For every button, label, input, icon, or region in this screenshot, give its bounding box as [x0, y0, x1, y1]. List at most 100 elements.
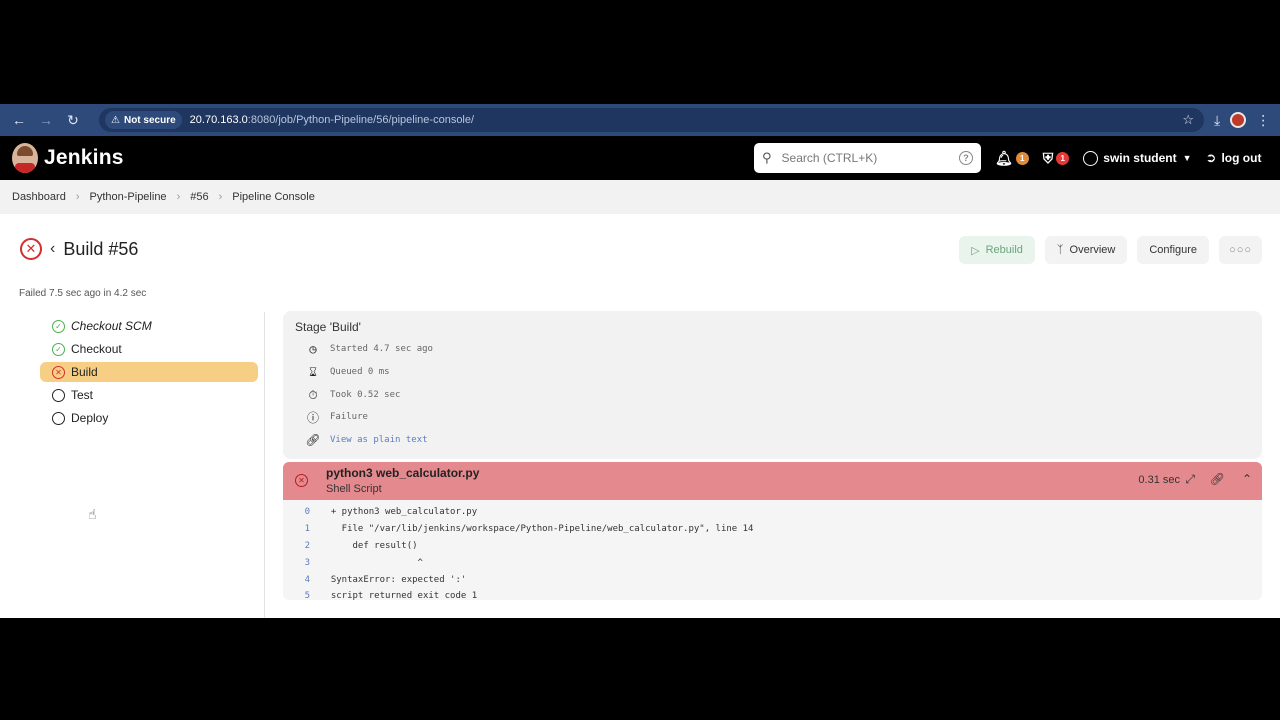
started-text: Started 4.7 sec ago — [330, 344, 433, 354]
overview-button[interactable]: ᛉ Overview — [1044, 236, 1128, 264]
stage-item-test[interactable]: Test — [40, 385, 258, 405]
download-icon[interactable]: ⤓ — [1214, 112, 1220, 129]
stage-item-checkout[interactable]: ✓ Checkout — [40, 339, 258, 359]
stage-item-checkout-scm[interactable]: ✓ Checkout SCM — [40, 316, 258, 336]
secure-label: Not secure — [123, 114, 176, 126]
queued-row: ⌛︎ Queued 0 ms — [305, 364, 390, 380]
breadcrumb-job[interactable]: Python-Pipeline — [90, 191, 167, 203]
app-title[interactable]: Jenkins — [44, 146, 124, 170]
stage-item-deploy[interactable]: Deploy — [40, 408, 258, 428]
line-number[interactable]: 3 — [283, 558, 320, 568]
security-badge: 1 — [1056, 151, 1070, 165]
failed-icon: ✕ — [52, 365, 65, 379]
logout-button[interactable]: ➲ log out — [1206, 150, 1262, 166]
more-icon: ○○○ — [1229, 244, 1252, 256]
notifications-button[interactable]: 🔔︎ 1 — [995, 150, 1029, 167]
log-line: 5 script returned exit code 1 — [283, 588, 1262, 600]
user-name: swin student — [1103, 151, 1177, 165]
letterbox-bottom — [0, 618, 1280, 720]
address-bar[interactable]: ⚠ Not secure 20.70.163.0:8080/job/Python… — [99, 108, 1204, 132]
log-line: 2 def result() — [283, 538, 1262, 555]
stage-label: Build — [71, 365, 98, 379]
help-icon[interactable]: ? — [959, 151, 973, 165]
jenkins-logo-icon[interactable] — [12, 143, 38, 173]
line-number[interactable]: 4 — [283, 575, 320, 585]
chevron-right-icon: › — [176, 191, 181, 203]
step-subtitle: Shell Script — [326, 483, 382, 495]
line-number[interactable]: 1 — [283, 524, 320, 534]
jenkins-header: Jenkins ⚲ Search (CTRL+K) ? 🔔︎ 1 ⛨ 1 swi… — [0, 136, 1280, 180]
search-input[interactable]: ⚲ Search (CTRL+K) ? — [754, 143, 981, 173]
build-actions: ▷ Rebuild ᛉ Overview Configure ○○○ — [959, 236, 1262, 264]
shield-icon: ⛨ — [1042, 149, 1054, 166]
page-title: Build #56 — [63, 238, 139, 259]
security-chip[interactable]: ⚠ Not secure — [105, 111, 182, 129]
chevron-right-icon: › — [218, 191, 223, 203]
step-header[interactable]: ✕ python3 web_calculator.py Shell Script… — [283, 462, 1262, 500]
breadcrumb-build[interactable]: #56 — [190, 191, 208, 203]
more-options-button[interactable]: ○○○ — [1219, 236, 1262, 264]
info-icon: ⓘ — [306, 410, 319, 425]
breadcrumb-dashboard[interactable]: Dashboard — [12, 191, 66, 203]
chevron-right-icon: › — [75, 191, 80, 203]
failed-status-icon: ✕ — [20, 238, 42, 260]
log-text: script returned exit code 1 — [320, 591, 478, 600]
line-number[interactable]: 0 — [283, 507, 320, 517]
play-icon: ▷ — [971, 244, 980, 257]
configure-button[interactable]: Configure — [1137, 236, 1210, 264]
url-path: :8080/job/Python-Pipeline/56/pipeline-co… — [247, 114, 475, 126]
bookmark-star-icon[interactable]: ☆ — [1182, 112, 1194, 128]
log-text: ^ — [320, 557, 423, 568]
took-text: Took 0.52 sec — [330, 390, 401, 400]
reload-icon[interactable]: ↻ — [62, 109, 84, 131]
browser-menu-icon[interactable]: ⋮ — [1256, 112, 1270, 129]
log-text: File "/var/lib/jenkins/workspace/Python-… — [320, 524, 754, 535]
security-button[interactable]: ⛨ 1 — [1043, 150, 1070, 167]
back-arrow-icon[interactable]: ← — [8, 109, 30, 131]
build-title-row: ✕ ‹ Build #56 — [20, 238, 138, 260]
letterbox-top — [0, 0, 1280, 104]
forward-arrow-icon[interactable]: → — [35, 109, 57, 131]
divider — [264, 312, 265, 618]
stage-item-build[interactable]: ✕ Build — [40, 362, 258, 382]
queued-text: Queued 0 ms — [330, 367, 390, 377]
logout-icon: ➲ — [1205, 150, 1217, 165]
breadcrumb: Dashboard › Python-Pipeline › #56 › Pipe… — [0, 180, 1280, 214]
log-text: def result() — [320, 540, 418, 551]
expand-icon[interactable]: ⤢ — [1185, 472, 1195, 487]
started-row: ◷ Started 4.7 sec ago — [305, 341, 433, 357]
stage-label: Checkout SCM — [71, 319, 152, 333]
clock-icon: ◷ — [309, 342, 317, 356]
link-icon[interactable]: 🔗︎ — [1210, 472, 1225, 486]
breadcrumb-current[interactable]: Pipeline Console — [232, 191, 315, 203]
configure-label: Configure — [1149, 244, 1198, 256]
chevron-up-icon[interactable]: ⌃ — [1242, 472, 1252, 486]
overview-label: Overview — [1069, 244, 1116, 256]
logout-label: log out — [1221, 151, 1262, 165]
step-title: python3 web_calculator.py — [326, 466, 480, 480]
chevron-left-icon[interactable]: ‹ — [50, 240, 55, 258]
warning-icon: ⚠ — [111, 114, 120, 126]
browser-toolbar: ← → ↻ ⚠ Not secure 20.70.163.0:8080/job/… — [0, 104, 1280, 136]
rebuild-button[interactable]: ▷ Rebuild — [959, 236, 1035, 264]
browser-window: ← → ↻ ⚠ Not secure 20.70.163.0:8080/job/… — [0, 104, 1280, 618]
log-text: SyntaxError: expected ':' — [320, 574, 467, 585]
log-line: 3 ^ — [283, 554, 1262, 571]
line-number[interactable]: 5 — [283, 591, 320, 600]
took-row: ⏱︎ Took 0.52 sec — [305, 387, 400, 403]
line-number[interactable]: 2 — [283, 541, 320, 551]
chevron-down-icon: ▼ — [1182, 153, 1192, 163]
user-menu[interactable]: swin student ▼ — [1083, 150, 1192, 166]
step-duration: 0.31 sec — [1138, 474, 1180, 486]
log-line: 0 + python3 web_calculator.py — [283, 504, 1262, 521]
notification-badge: 1 — [1015, 151, 1029, 165]
log-line: 1 File "/var/lib/jenkins/workspace/Pytho… — [283, 521, 1262, 538]
stopwatch-icon: ⏱︎ — [308, 387, 318, 402]
profile-avatar-icon[interactable] — [1230, 112, 1247, 128]
hand-cursor-icon: ☝ — [88, 506, 97, 522]
view-plain-text-link[interactable]: View as plain text — [330, 435, 428, 445]
stage-list: ✓ Checkout SCM ✓ Checkout ✕ Build Test D… — [40, 316, 258, 431]
console-log: 0 + python3 web_calculator.py 1 File "/v… — [283, 504, 1262, 600]
bell-icon: 🔔︎ — [995, 149, 1013, 166]
step-panel: ✕ python3 web_calculator.py Shell Script… — [283, 462, 1262, 600]
